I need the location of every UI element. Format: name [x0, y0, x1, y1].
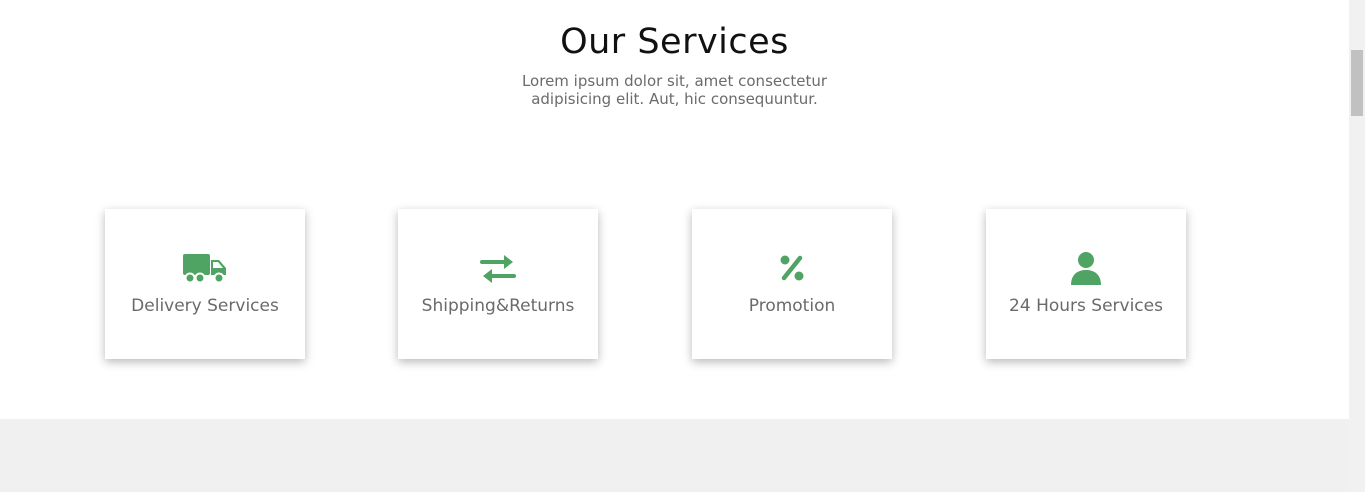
service-label: Promotion	[748, 296, 836, 316]
service-card-shipping-returns[interactable]: Shipping&Returns	[398, 209, 598, 359]
exchange-arrows-icon	[398, 251, 598, 285]
service-label: Shipping&Returns	[421, 296, 575, 316]
page: Our Services Lorem ipsum dolor sit, amet…	[0, 0, 1365, 492]
service-card-delivery[interactable]: Delivery Services	[105, 209, 305, 359]
services-section: Our Services Lorem ipsum dolor sit, amet…	[0, 0, 1349, 419]
next-section-band	[0, 419, 1349, 492]
percent-icon	[692, 251, 892, 285]
service-label: Delivery Services	[131, 296, 279, 316]
section-subtitle: Lorem ipsum dolor sit, amet consectetur …	[521, 72, 828, 108]
truck-icon	[105, 251, 305, 285]
user-icon	[986, 251, 1186, 285]
service-card-promotion[interactable]: Promotion	[692, 209, 892, 359]
scrollbar-thumb[interactable]	[1351, 50, 1363, 116]
service-card-24-hours[interactable]: 24 Hours Services	[986, 209, 1186, 359]
section-title: Our Services	[560, 22, 789, 62]
page-scrollbar[interactable]	[1349, 0, 1365, 492]
service-label: 24 Hours Services	[1009, 296, 1163, 316]
